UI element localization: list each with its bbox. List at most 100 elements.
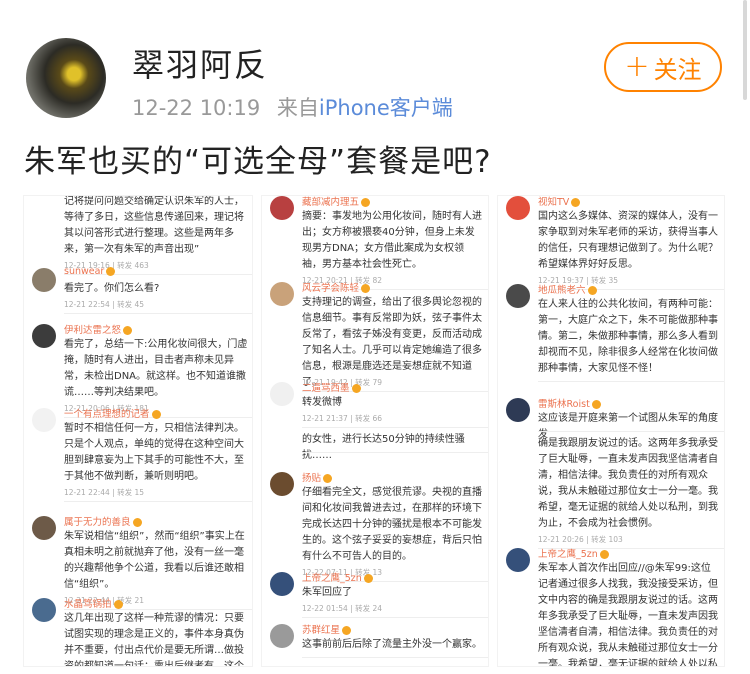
comment-text: 国内这么多媒体、资深的媒体人，没有一家争取到对朱军老师的采访，获得当事人的信任，… [538,211,718,270]
verified-badge-icon [123,326,133,335]
source-prefix: 来自 [276,96,319,120]
comment-meta: 12-21 21:37 | 转发 66 [302,414,383,423]
commenter-name-text: 视知TV [538,197,570,208]
commenter-avatar [506,284,530,308]
author-name[interactable]: 翠羽阿反 [132,40,268,86]
commenter-avatar [32,268,56,292]
commenter-name-text: 二逼骂西墨 [302,383,350,394]
commenter-avatar [506,196,530,220]
commenter-avatar [32,408,56,432]
post-meta: 12-22 10:19 来自iPhone客户端 [132,92,453,122]
comment-text: 记将提问问题交给确定认识朱军的人士，等待了多日，这些信息传递回来，理记将其以问答… [64,196,244,255]
commenter-name-text: 藏部减内理五 [302,197,360,208]
commenter-name-text: sunwear [64,266,105,277]
comment-text: 的女性，进行长达50分钟的持续性骚扰…… [302,434,465,461]
verified-badge-icon [351,384,361,393]
comment-meta: 12-22 01:54 | 转发 24 [302,604,383,613]
commenter-name-text: 上帝之鹰_5zn [302,573,362,584]
verified-badge-icon [106,267,116,276]
follow-button[interactable]: + 关注 [604,42,722,92]
commenter-avatar [270,624,294,648]
commenter-name: 二逼骂西墨 [302,380,361,394]
comment-text: 这事前前后后除了流量主外没一个赢家。 [302,639,482,650]
scrollbar[interactable] [743,0,747,100]
commenter-name-text: 上帝之鹰_5zn [538,549,598,560]
verified-badge-icon [361,284,371,293]
comment-text: 朱军本人首次作出回应//@朱军99:这位记者通过很多人找我，我没接受采访，但文中… [538,563,718,666]
commenter-name-text: 扬贴 [302,473,322,484]
commenter-name: 苏群红星 [302,622,352,636]
comment-text: 这几年出现了这样一种荒谬的情况：只要试图实现的理念是正义的，事件本身真伪并不重要… [64,613,244,666]
commenter-avatar [270,382,294,406]
comment-meta: 12-21 20:26 | 转发 103 [538,535,623,544]
commenter-name: 风云学会陈轻 [302,280,371,294]
comment-text: 看完了，总结一下:公用化妆间很大，门虚掩，随时有人进出，目击者声称未见异常，未检… [64,339,248,398]
commenter-name: 伊利达雷之怒 [64,322,133,336]
comment-text: 在人来人往的公共化妆间，有两种可能：第一，大庭广众之下，朱不可能做那种事情。第二… [538,299,718,374]
comment-text: 摘要：事发地为公用化妆间，随时有人进出；女方称被猥亵40分钟，但身上未发现男方D… [302,211,482,270]
comment-text: 仔细看完全文，感觉很荒谬。央视的直播间和化妆间我曾进去过，在那样的环境下完成长达… [302,487,482,562]
verified-badge-icon [591,400,601,409]
verified-badge-icon [132,518,142,527]
comment-text: 朱军回应了 [302,587,352,598]
comment-text: 暂时不相信任何一方，只相信法律判决。只是个人观点，单纯的觉得在这种空间大胆到肆意… [64,423,244,482]
post-text: 朱军也买的“可选全母”套餐是吧? [24,144,492,180]
commenter-avatar [32,598,56,622]
screenshot-image-3[interactable]: 视知TV 国内这么多媒体、资深的媒体人，没有一家争取到对朱军老师的采访，获得当事人… [498,196,724,666]
commenter-name: 雷斯林Roist [538,396,601,410]
commenter-name: 地瓜熊老六 [538,282,597,296]
commenter-name: 属于无力的善良 [64,514,142,528]
comment-text: 转发微博 [302,397,342,408]
commenter-name: sunwear [64,266,116,277]
commenter-name-text: 水晶笃锅拍 [64,599,112,610]
commenter-avatar [270,282,294,306]
commenter-name: 上帝之鹰_5zn [538,546,609,560]
comment-divider [302,452,488,453]
comment-meta: 12-21 22:44 | 转发 15 [64,488,145,497]
commenter-name: 上帝之鹰_5zn [302,570,373,584]
verified-badge-icon [361,198,371,207]
post-source[interactable]: iPhone客户端 [319,96,453,120]
verified-badge-icon [151,410,161,419]
commenter-name-text: 雷斯林Roist [538,399,590,410]
comment-text: 确是我跟朋友说过的话。这两年多我承受了巨大耻辱，一直未发声因我坚信清者自清，相信… [538,438,718,529]
commenter-name: 一个有点理想的记者 [64,406,161,420]
commenter-name-text: 地瓜熊老六 [538,285,586,296]
commenter-name-text: 一个有点理想的记者 [64,409,150,420]
comment-meta: 12-21 22:54 | 转发 45 [64,300,145,309]
verified-badge-icon [571,198,581,207]
commenter-name-text: 苏群红星 [302,625,341,636]
commenter-name-text: 伊利达雷之怒 [64,325,122,336]
commenter-avatar [270,196,294,220]
comment-divider [64,313,252,314]
commenter-avatar [506,548,530,572]
verified-badge-icon [113,600,123,609]
commenter-avatar [270,472,294,496]
verified-badge-icon [342,626,352,635]
author-avatar[interactable] [26,38,106,118]
commenter-name-text: 风云学会陈轻 [302,283,360,294]
commenter-avatar [32,324,56,348]
commenter-avatar [32,516,56,540]
commenter-name: 扬贴 [302,470,333,484]
verified-badge-icon [363,574,373,583]
comment-divider [302,427,488,428]
verified-badge-icon [599,550,609,559]
comment-text: 朱军说相信“组织”，然而“组织”事实上在真相未明之前就抛弃了他，没有一丝一毫的兴… [64,531,245,590]
verified-badge-icon [323,474,333,483]
post-time: 12-22 10:19 [132,96,261,120]
commenter-name-text: 属于无力的善良 [64,517,131,528]
commenter-name: 水晶笃锅拍 [64,596,123,610]
verified-badge-icon [587,286,597,295]
commenter-avatar [506,398,530,422]
follow-label: 关注 [653,55,702,84]
comment-divider [302,617,488,618]
comment-divider [538,381,724,382]
commenter-name: 视知TV [538,196,581,208]
comment-text: 看完了。你们怎么看? [64,283,160,294]
commenter-name: 藏部减内理五 [302,196,371,208]
screenshot-image-2[interactable]: 藏部减内理五摘要：事发地为公用化妆间，随时有人进出；女方称被猥亵40分钟，但身上… [262,196,488,666]
comment-divider [538,431,724,432]
screenshot-image-1[interactable]: 记将提问问题交给确定认识朱军的人士，等待了多日，这些信息传递回来，理记将其以问答… [24,196,252,666]
commenter-avatar [270,572,294,596]
